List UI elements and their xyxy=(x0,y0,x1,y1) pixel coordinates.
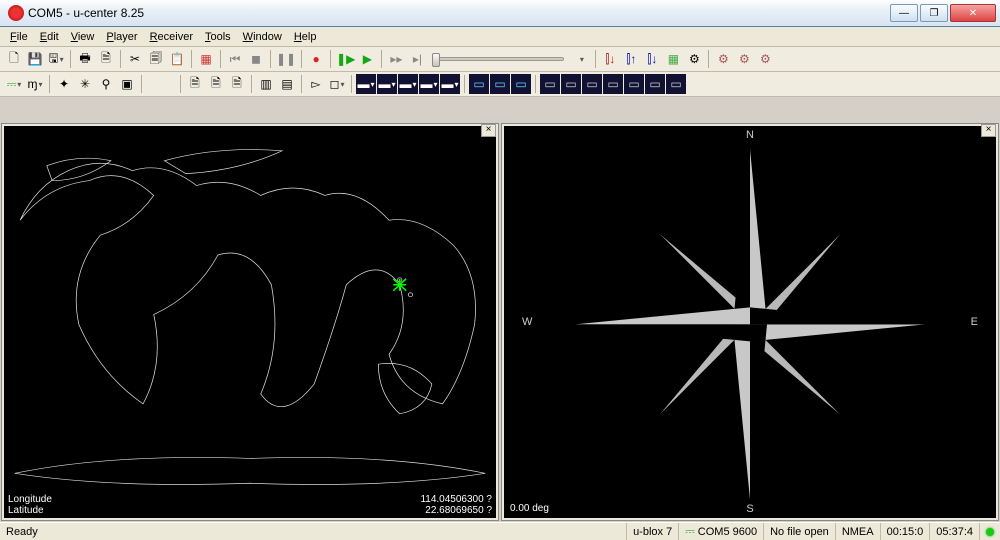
plug-icon: ⎓ xyxy=(685,524,695,539)
menu-player[interactable]: Player xyxy=(100,29,143,45)
map-view[interactable]: Longitude Latitude 114.04506300 ? 22.680… xyxy=(4,126,496,518)
view-big-icon[interactable]: ▻ xyxy=(306,74,326,94)
panel-4-icon[interactable]: ▬▾ xyxy=(419,74,439,94)
status-device: u-blox 7 xyxy=(626,523,678,540)
status-port: ⎓COM5 9600 xyxy=(678,523,763,540)
panel-2-icon[interactable]: ▬▾ xyxy=(377,74,397,94)
copy-icon[interactable]: 🗐 xyxy=(146,49,166,69)
toolbar-main: 🗋 💾 🖫▾ 🖶 🗎 ✂ 🗐 📋 ▦ ⏮ ◼ ❚❚ ● ❚▶ ▶ ▸▸ ▸| ▾… xyxy=(0,47,1000,72)
minimize-button[interactable]: — xyxy=(890,4,918,22)
grid-icon[interactable]: ▦ xyxy=(663,49,683,69)
ext-1-icon[interactable]: ▭ xyxy=(540,74,560,94)
status-led xyxy=(979,523,1000,540)
ext-3-icon[interactable]: ▭ xyxy=(582,74,602,94)
status-time1: 00:15:0 xyxy=(880,523,930,540)
sig-1-icon[interactable]: ⫿↓ xyxy=(600,49,620,69)
led-icon xyxy=(986,528,994,536)
save-icon[interactable]: 💾 xyxy=(25,49,45,69)
compass-w: W xyxy=(522,316,532,328)
gear-3-icon[interactable]: ⚙ xyxy=(734,49,754,69)
cut-icon[interactable]: ✂ xyxy=(125,49,145,69)
panels: × Longitude Latitude xyxy=(0,122,1000,522)
bug-icon[interactable]: ✳ xyxy=(75,74,95,94)
new-doc-icon[interactable]: 🗋 xyxy=(4,49,24,69)
mon-1-icon[interactable]: ▭ xyxy=(469,74,489,94)
sig-3-icon[interactable]: ⫿↓ xyxy=(642,49,662,69)
layout-a-icon[interactable]: ▥ xyxy=(256,74,276,94)
menu-edit[interactable]: Edit xyxy=(34,29,65,45)
mon-3-icon[interactable]: ▭ xyxy=(511,74,531,94)
panel-3-icon[interactable]: ▬▾ xyxy=(398,74,418,94)
menu-window[interactable]: Window xyxy=(237,29,288,45)
gear-2-icon[interactable]: ⚙ xyxy=(713,49,733,69)
target-icon[interactable]: ✦ xyxy=(54,74,74,94)
print-icon[interactable]: 🖶 xyxy=(75,49,95,69)
compass-n: N xyxy=(746,129,754,141)
view-sq-icon[interactable]: ◻▾ xyxy=(327,74,347,94)
compass-view[interactable]: N E S W 0.00 deg xyxy=(504,126,996,518)
ext-6-icon[interactable]: ▭ xyxy=(645,74,665,94)
ext-5-icon[interactable]: ▭ xyxy=(624,74,644,94)
menu-file[interactable]: File xyxy=(4,29,34,45)
skip-back-icon[interactable]: ⏮ xyxy=(225,49,245,69)
doc-a-icon[interactable]: 🗎 xyxy=(185,74,205,94)
titlebar: COM5 - u-center 8.25 — ❐ ✕ xyxy=(0,0,1000,27)
compass-deg-value: 0.00 deg xyxy=(510,503,549,514)
doc-b-icon[interactable]: 🗎 xyxy=(206,74,226,94)
ext-2-icon[interactable]: ▭ xyxy=(561,74,581,94)
sig-2-icon[interactable]: ⫿↑ xyxy=(621,49,641,69)
wave-icon[interactable]: ɱ▾ xyxy=(25,74,45,94)
pause-icon[interactable]: ❚❚ xyxy=(275,49,297,69)
fwd-icon[interactable]: ▸▸ xyxy=(386,49,406,69)
mon-2-icon[interactable]: ▭ xyxy=(490,74,510,94)
map-panel: × Longitude Latitude xyxy=(1,123,499,521)
latitude-label: Latitude xyxy=(8,505,52,516)
longitude-label: Longitude xyxy=(8,494,52,505)
gear-4-icon[interactable]: ⚙ xyxy=(755,49,775,69)
close-button[interactable]: ✕ xyxy=(950,4,996,22)
layout-b-icon[interactable]: ▤ xyxy=(277,74,297,94)
step-icon[interactable]: ❚▶ xyxy=(335,49,356,69)
menu-receiver[interactable]: Receiver xyxy=(144,29,199,45)
slider-dd-icon[interactable]: ▾ xyxy=(571,49,591,69)
status-proto: NMEA xyxy=(835,523,880,540)
menu-tools[interactable]: Tools xyxy=(199,29,237,45)
maximize-button[interactable]: ❐ xyxy=(920,4,948,22)
toolbar-connect: ⎓▾ ɱ▾ ✦ ✳ ⚲ ▣ 🗎 🗎 🗎 ▥ ▤ ▻ ◻▾ ▬▾ ▬▾ ▬▾ ▬▾… xyxy=(0,72,1000,97)
app-icon xyxy=(8,5,24,21)
menu-view[interactable]: View xyxy=(65,29,101,45)
timeline-slider[interactable] xyxy=(434,57,564,61)
longitude-value: 114.04506300 ? xyxy=(420,494,492,505)
doc-c-icon[interactable]: 🗎 xyxy=(227,74,247,94)
connect-icon[interactable]: ⎓▾ xyxy=(4,74,24,94)
gear-1-icon[interactable]: ⚙ xyxy=(684,49,704,69)
status-file: No file open xyxy=(763,523,835,540)
skip-fwd-icon[interactable]: ▸| xyxy=(407,49,427,69)
latitude-value: 22.68069650 ? xyxy=(420,505,492,516)
print-preview-icon[interactable]: 🗎 xyxy=(96,49,116,69)
status-time2: 05:37:4 xyxy=(929,523,979,540)
menubar: File Edit View Player Receiver Tools Win… xyxy=(0,27,1000,47)
statusbar: Ready u-blox 7 ⎓COM5 9600 No file open N… xyxy=(0,522,1000,540)
map-panel-close[interactable]: × xyxy=(481,124,496,137)
ext-4-icon[interactable]: ▭ xyxy=(603,74,623,94)
window-title: COM5 - u-center 8.25 xyxy=(28,6,890,20)
status-ready: Ready xyxy=(0,523,626,540)
paste-icon[interactable]: 📋 xyxy=(167,49,187,69)
compass-e: E xyxy=(971,316,978,328)
stop-icon[interactable]: ◼ xyxy=(246,49,266,69)
record-icon[interactable]: ● xyxy=(306,49,326,69)
ext-7-icon[interactable]: ▭ xyxy=(666,74,686,94)
save-dd-icon[interactable]: 🖫▾ xyxy=(46,49,66,69)
compass-panel: × xyxy=(501,123,999,521)
menu-help[interactable]: Help xyxy=(288,29,323,45)
compass-panel-close[interactable]: × xyxy=(981,124,996,137)
compass-s: S xyxy=(746,503,753,515)
play-icon[interactable]: ▶ xyxy=(357,49,377,69)
settings-icon[interactable]: ▦ xyxy=(196,49,216,69)
panel-5-icon[interactable]: ▬▾ xyxy=(440,74,460,94)
panel-1-icon[interactable]: ▬▾ xyxy=(356,74,376,94)
chip-icon[interactable]: ▣ xyxy=(117,74,137,94)
wand-icon[interactable]: ⚲ xyxy=(96,74,116,94)
